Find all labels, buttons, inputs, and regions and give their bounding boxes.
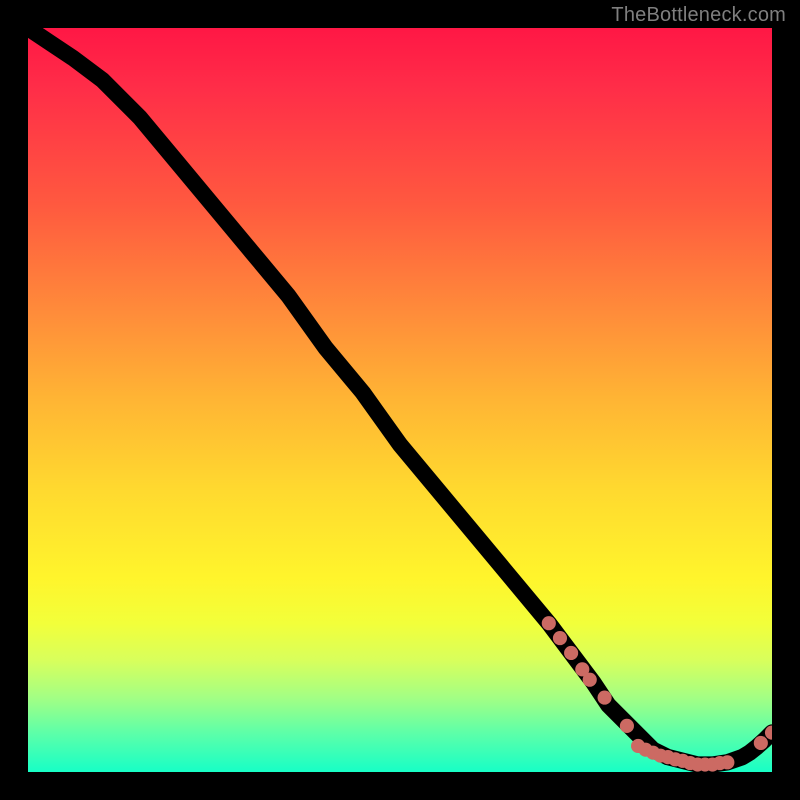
watermark-text: TheBottleneck.com — [611, 4, 786, 27]
data-marker — [720, 755, 734, 769]
chart-svg — [28, 28, 772, 772]
data-marker — [598, 691, 612, 705]
data-marker — [754, 736, 768, 750]
data-marker — [553, 631, 567, 645]
curve-line — [28, 28, 772, 765]
data-marker — [542, 616, 556, 630]
plot-area — [28, 28, 772, 772]
data-marker — [564, 646, 578, 660]
marker-layer — [542, 616, 772, 771]
chart-stage: TheBottleneck.com — [0, 0, 800, 800]
data-marker — [620, 719, 634, 733]
data-marker — [583, 673, 597, 687]
